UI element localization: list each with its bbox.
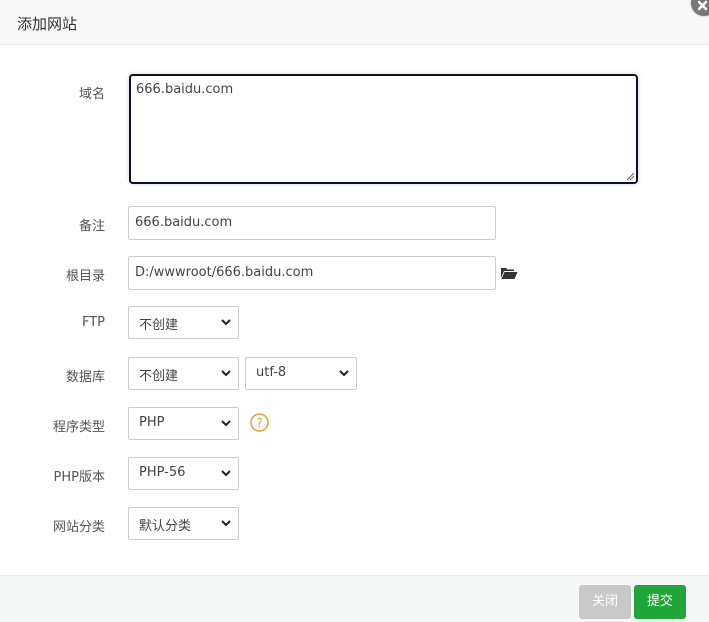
remark-input[interactable]: 666.baidu.com bbox=[128, 206, 496, 240]
database-select[interactable]: 不创建 bbox=[128, 357, 239, 390]
svg-text:?: ? bbox=[256, 416, 262, 430]
chevron-down-icon bbox=[339, 370, 349, 377]
root-dir-input[interactable]: D:/wwwroot/666.baidu.com bbox=[128, 256, 496, 290]
chevron-down-icon bbox=[221, 370, 231, 377]
program-type-label: 程序类型 bbox=[52, 420, 105, 435]
dialog-titlebar: 添加网站 bbox=[0, 0, 709, 45]
add-site-dialog: 添加网站 域名 666.baidu.com 备注 666.baidu.com 根… bbox=[0, 0, 709, 622]
php-version-label: PHP版本 bbox=[53, 470, 105, 485]
database-selected: 不创建 bbox=[139, 369, 179, 384]
folder-open-icon[interactable] bbox=[500, 266, 518, 280]
domain-value: 666.baidu.com bbox=[136, 82, 234, 97]
question-circle-icon[interactable]: ? bbox=[250, 413, 269, 432]
ftp-label: FTP bbox=[81, 315, 105, 330]
site-category-selected: 默认分类 bbox=[139, 519, 192, 534]
charset-selected: utf-8 bbox=[256, 365, 287, 380]
ftp-select[interactable]: 不创建 bbox=[128, 306, 239, 339]
program-type-select[interactable]: PHP bbox=[128, 407, 239, 440]
chevron-down-icon bbox=[221, 520, 231, 527]
resize-grip-icon[interactable] bbox=[625, 171, 635, 181]
charset-select[interactable]: utf-8 bbox=[245, 357, 357, 390]
chevron-down-icon bbox=[221, 470, 231, 477]
close-icon[interactable] bbox=[691, 0, 709, 16]
close-button[interactable]: 关闭 bbox=[579, 585, 631, 619]
dialog-title: 添加网站 bbox=[17, 15, 78, 33]
site-category-select[interactable]: 默认分类 bbox=[128, 507, 239, 540]
program-type-selected: PHP bbox=[139, 415, 165, 430]
php-version-selected: PHP-56 bbox=[139, 465, 186, 480]
site-category-label: 网站分类 bbox=[52, 520, 105, 535]
ftp-selected: 不创建 bbox=[139, 318, 179, 333]
domain-label: 域名 bbox=[78, 87, 105, 102]
database-label: 数据库 bbox=[65, 370, 105, 385]
chevron-down-icon bbox=[221, 319, 231, 326]
submit-button[interactable]: 提交 bbox=[634, 585, 686, 619]
domain-textarea[interactable]: 666.baidu.com bbox=[129, 74, 638, 184]
root-dir-label: 根目录 bbox=[65, 269, 105, 284]
chevron-down-icon bbox=[221, 420, 231, 427]
php-version-select[interactable]: PHP-56 bbox=[128, 457, 239, 490]
remark-label: 备注 bbox=[78, 219, 105, 234]
root-dir-value: D:/wwwroot/666.baidu.com bbox=[135, 265, 314, 280]
remark-value: 666.baidu.com bbox=[135, 215, 233, 230]
